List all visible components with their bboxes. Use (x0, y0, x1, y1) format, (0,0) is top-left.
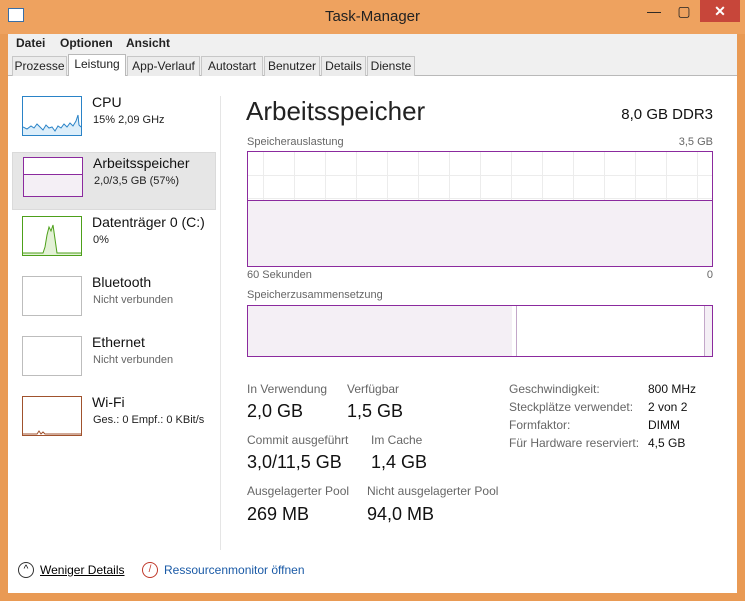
property-value: DIMM (648, 418, 680, 432)
disk-thumbnail-graph (22, 216, 82, 256)
sidebar-item-wifi[interactable]: Wi-Fi Ges.: 0 Empf.: 0 KBit/s (12, 392, 216, 450)
bluetooth-thumbnail-graph (22, 276, 82, 316)
tab-autostart[interactable]: Autostart (201, 56, 263, 76)
nonpaged-pool-value: 94,0 MB (367, 504, 435, 524)
sidebar-item-title: Ethernet (92, 334, 145, 350)
composition-modified-separator (516, 306, 518, 356)
sidebar-item-cpu[interactable]: CPU 15% 2,09 GHz (12, 92, 216, 150)
resource-monitor-label: Ressourcenmonitor öffnen (164, 563, 305, 577)
sidebar-item-subtitle: Ges.: 0 Empf.: 0 KBit/s (93, 414, 205, 426)
available-value: 1,5 GB (347, 401, 404, 421)
tab-app-verlauf[interactable]: App-Verlauf (127, 56, 200, 76)
sidebar-item-title: CPU (92, 94, 122, 110)
wifi-thumbnail-graph (22, 396, 82, 436)
usage-graph-label: Speicherauslastung (247, 136, 344, 148)
property-label: Steckplätze verwendet: (509, 400, 634, 414)
sidebar-item-title: Datenträger 0 (C:) (92, 214, 205, 230)
commit-label: Commit ausgeführt (247, 433, 349, 447)
tab-prozesse[interactable]: Prozesse (12, 56, 67, 76)
menu-datei[interactable]: Datei (16, 36, 45, 50)
tab-details[interactable]: Details (321, 56, 366, 76)
menu-ansicht[interactable]: Ansicht (126, 36, 170, 50)
sidebar-item-title: Wi-Fi (92, 394, 125, 410)
paged-pool-label: Ausgelagerter Pool (247, 484, 350, 498)
cpu-mini-graph (22, 114, 82, 135)
sidebar-item-subtitle: 15% 2,09 GHz (93, 114, 165, 126)
minimize-button[interactable]: — (640, 0, 668, 22)
fewer-details-label: Weniger Details (40, 563, 125, 577)
property-value: 2 von 2 (648, 400, 688, 414)
property-value: 4,5 GB (648, 436, 686, 450)
time-axis-right-label: 0 (706, 269, 713, 281)
cpu-thumbnail-graph (22, 96, 82, 136)
sidebar-divider (220, 96, 221, 550)
sidebar-item-subtitle: 2,0/3,5 GB (57%) (94, 175, 179, 187)
menu-optionen[interactable]: Optionen (60, 36, 113, 50)
resource-monitor-icon: / (142, 562, 158, 578)
property-label: Für Hardware reserviert: (509, 436, 640, 450)
tab-leistung[interactable]: Leistung (68, 54, 126, 76)
sidebar-item-ethernet[interactable]: Ethernet Nicht verbunden (12, 332, 216, 390)
in-use-value: 2,0 GB (247, 401, 304, 421)
memory-mini-fill (24, 174, 82, 196)
paged-pool-value: 269 MB (247, 504, 310, 524)
cached-label: Im Cache (371, 433, 423, 447)
close-button[interactable]: ✕ (700, 0, 740, 22)
ethernet-thumbnail-graph (22, 336, 82, 376)
property-label: Formfaktor: (509, 418, 571, 432)
resource-monitor-link[interactable]: / Ressourcenmonitor öffnen (142, 560, 305, 580)
time-axis-left-label: 60 Sekunden (247, 269, 312, 281)
page-title: Arbeitsspeicher (246, 96, 426, 126)
wifi-mini-graph (23, 430, 81, 435)
composition-in-use (248, 306, 513, 356)
memory-usage-fill (248, 200, 712, 266)
chevron-up-icon: ^ (18, 562, 34, 578)
property-value: 800 MHz (648, 382, 697, 396)
nonpaged-pool-label: Nicht ausgelagerter Pool (367, 484, 499, 498)
cached-value: 1,4 GB (371, 452, 428, 472)
in-use-label: In Verwendung (247, 382, 328, 396)
property-label: Geschwindigkeit: (509, 382, 600, 396)
tab-strip: Prozesse Leistung App-Verlauf Autostart … (8, 54, 737, 76)
sidebar-item-subtitle: Nicht verbunden (93, 294, 174, 306)
sidebar-item-title: Arbeitsspeicher (93, 155, 190, 171)
memory-composition-bar (247, 305, 713, 357)
window-client: Datei Optionen Ansicht Prozesse Leistung… (8, 34, 737, 593)
sidebar-item-subtitle: 0% (93, 234, 109, 246)
tab-dienste[interactable]: Dienste (367, 56, 415, 76)
usage-graph-max-label: 3,5 GB (678, 136, 713, 148)
tab-benutzer[interactable]: Benutzer (264, 56, 320, 76)
sidebar-item-title: Bluetooth (92, 274, 152, 290)
sidebar-item-disk[interactable]: Datenträger 0 (C:) 0% (12, 212, 216, 270)
available-label: Verfügbar (347, 382, 400, 396)
composition-label: Speicherzusammensetzung (247, 289, 383, 301)
sidebar-item-memory[interactable]: Arbeitsspeicher 2,0/3,5 GB (57%) (12, 152, 216, 210)
commit-value: 3,0/11,5 GB (247, 452, 342, 472)
memory-thumbnail-graph (23, 157, 83, 197)
maximize-button[interactable]: ▢ (670, 0, 698, 22)
menu-bar: Datei Optionen Ansicht (8, 34, 737, 54)
sidebar-item-subtitle: Nicht verbunden (93, 354, 174, 366)
memory-usage-graph (247, 151, 713, 267)
composition-reserved (704, 306, 712, 356)
disk-mini-graph (23, 224, 81, 255)
memory-type-label: 8,0 GB DDR3 (621, 106, 713, 123)
window-title: Task-Manager (324, 8, 421, 25)
sidebar-item-bluetooth[interactable]: Bluetooth Nicht verbunden (12, 272, 216, 330)
title-bar: Task-Manager — ▢ ✕ (0, 0, 745, 34)
fewer-details-button[interactable]: ^ Weniger Details (18, 560, 124, 580)
